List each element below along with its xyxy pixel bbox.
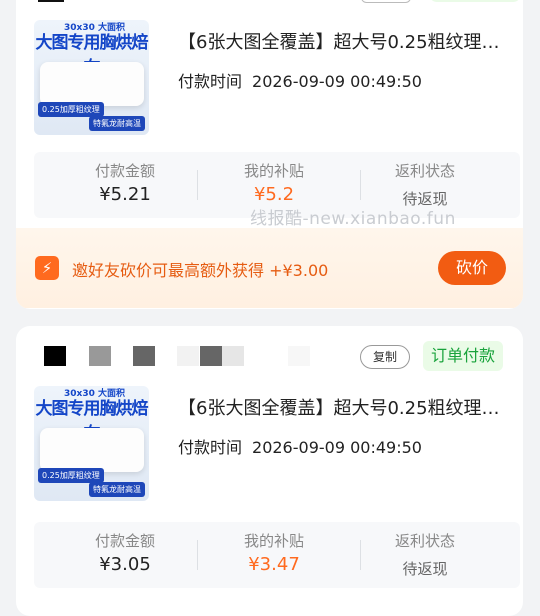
thumb-badge-left: 0.25加厚粗纹理 xyxy=(38,102,104,117)
rebate-status-value: 待返现 xyxy=(402,560,448,578)
blurred-order-id xyxy=(38,0,64,2)
order-card[interactable]: 复制 订单付款 30x30 大面积 大图专用胸烘焙布 0.25加厚粗纹理 特氟龙… xyxy=(16,326,523,616)
pay-amount-value: ¥3.05 xyxy=(99,554,151,575)
pay-amount: 付款金额 ¥5.21 xyxy=(44,152,206,218)
pay-amount-label: 付款金额 xyxy=(94,162,155,180)
pay-amount-label: 付款金额 xyxy=(94,532,155,550)
product-title[interactable]: 【6张大图全覆盖】超大号0.25粗纹理不粘烘焙布 xyxy=(178,394,508,420)
my-subsidy: 我的补贴 ¥3.47 xyxy=(193,522,355,588)
thumb-badge-left: 0.25加厚粗纹理 xyxy=(38,468,104,483)
pay-time-value: 2026-09-09 00:49:50 xyxy=(252,72,422,91)
product-row[interactable]: 30x30 大面积 大图专用胸烘焙布 0.25加厚粗纹理 特氟龙耐高温 【6张大… xyxy=(16,20,523,140)
copy-button[interactable]: 复制 xyxy=(360,345,410,369)
rebate-status: 返利状态 待返现 xyxy=(344,522,506,588)
product-image-shape xyxy=(40,62,144,106)
pay-amount: 付款金额 ¥3.05 xyxy=(44,522,206,588)
blurred-order-id xyxy=(133,346,155,366)
blurred-order-id xyxy=(44,346,66,366)
rebate-status-label: 返利状态 xyxy=(394,162,455,180)
order-status-badge: 订单付款 xyxy=(423,341,504,371)
card-header: 复制 订单付款 xyxy=(16,336,523,376)
product-image-shape xyxy=(40,428,144,472)
rebate-status-label: 返利状态 xyxy=(394,532,455,550)
lightning-icon: ⚡ xyxy=(35,256,59,280)
thumb-badge-right: 特氟龙耐高温 xyxy=(89,116,145,131)
order-card[interactable]: 30x30 大面积 大图专用胸烘焙布 0.25加厚粗纹理 特氟龙耐高温 【6张大… xyxy=(16,0,523,309)
subsidy-label: 我的补贴 xyxy=(243,162,304,180)
invite-text: 邀好友砍价可最高额外获得 +¥3.00 xyxy=(72,261,329,280)
subsidy-value: ¥3.47 xyxy=(248,554,300,575)
blurred-order-id xyxy=(177,346,199,366)
copy-button-partial[interactable] xyxy=(361,0,411,3)
product-thumbnail[interactable]: 30x30 大面积 大图专用胸烘焙布 0.25加厚粗纹理 特氟龙耐高温 xyxy=(34,20,149,135)
pay-time-label: 付款时间 xyxy=(178,72,243,91)
bargain-button[interactable]: 砍价 xyxy=(438,251,506,285)
thumb-badge-right: 特氟龙耐高温 xyxy=(89,482,145,497)
watermark: 线报酷-new.xianbao.fun xyxy=(250,209,456,229)
status-badge-partial xyxy=(429,0,521,2)
invite-bargain-banner: ⚡ 邀好友砍价可最高额外获得 +¥3.00 砍价 xyxy=(16,228,523,308)
blurred-order-id xyxy=(89,346,111,366)
product-title[interactable]: 【6张大图全覆盖】超大号0.25粗纹理不粘烘焙布 xyxy=(178,28,508,54)
subsidy-value: ¥5.2 xyxy=(253,184,295,205)
pay-time: 付款时间 2026-09-09 00:49:50 xyxy=(178,68,432,92)
subsidy-label: 我的补贴 xyxy=(243,532,304,550)
pay-time-value: 2026-09-09 00:49:50 xyxy=(252,438,422,457)
order-stats: 付款金额 ¥3.05 我的补贴 ¥3.47 返利状态 待返现 xyxy=(34,522,520,588)
product-thumbnail[interactable]: 30x30 大面积 大图专用胸烘焙布 0.25加厚粗纹理 特氟龙耐高温 xyxy=(34,386,149,501)
pay-time-label: 付款时间 xyxy=(178,438,243,457)
blurred-order-id xyxy=(288,346,310,366)
blurred-order-id xyxy=(222,346,244,366)
pay-time: 付款时间 2026-09-09 00:49:50 xyxy=(178,434,432,458)
pay-amount-value: ¥5.21 xyxy=(99,184,151,205)
product-row[interactable]: 30x30 大面积 大图专用胸烘焙布 0.25加厚粗纹理 特氟龙耐高温 【6张大… xyxy=(16,386,523,506)
blurred-order-id xyxy=(200,346,222,366)
